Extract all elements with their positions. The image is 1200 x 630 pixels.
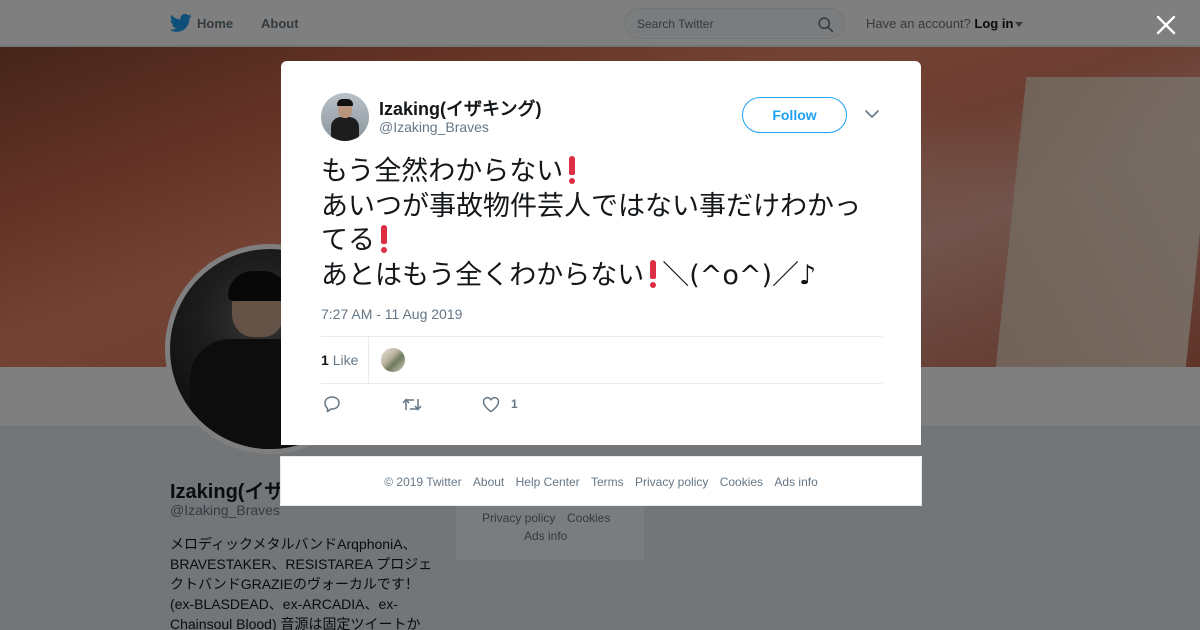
exclamation-emoji-icon: [566, 155, 578, 185]
like-stat[interactable]: 1 Like: [321, 352, 358, 368]
reply-icon[interactable]: [323, 395, 341, 413]
tweet-line-text: あいつが事故物件芸人ではない事だけわかっ: [321, 190, 861, 222]
like-action-count: 1: [511, 397, 518, 411]
tweet-timestamp[interactable]: 7:27 AM - 11 Aug 2019: [321, 306, 462, 322]
tweet-line: あとはもう全くわからない ＼(^o^)／♪: [321, 259, 891, 294]
retweet-icon[interactable]: [402, 396, 422, 413]
modal-footer: © 2019 Twitter About Help Center Terms P…: [280, 456, 922, 506]
tweet-author-avatar[interactable]: [321, 93, 369, 141]
tweet-modal: Izaking(イザキング) @Izaking_Braves Follow もう…: [281, 61, 921, 445]
avatar-cap: [337, 99, 353, 106]
tweet-text: もう全然わからない あいつが事故物件芸人ではない事だけわかっ てる あとはもう全…: [321, 155, 891, 293]
footer-link-ads-info[interactable]: Ads info: [774, 475, 817, 489]
like-stat-count: 1: [321, 352, 329, 368]
avatar-body: [331, 117, 359, 141]
tweet-author-name[interactable]: Izaking(イザキング): [379, 95, 541, 121]
tweet-stats: 1 Like: [321, 336, 882, 384]
tweet-line: てる: [321, 224, 891, 259]
tweet-line-text: もう全然わからない: [321, 156, 564, 187]
tweet-line: あいつが事故物件芸人ではない事だけわかっ: [321, 190, 891, 225]
exclamation-emoji-icon: [647, 259, 659, 289]
tweet-line-text: ＼(^o^)／♪: [662, 259, 817, 291]
footer-link-cookies[interactable]: Cookies: [720, 475, 763, 489]
heart-icon[interactable]: [482, 396, 500, 413]
footer-link-privacy[interactable]: Privacy policy: [635, 475, 708, 489]
follow-button[interactable]: Follow: [742, 97, 847, 133]
tweet-actions: 1: [321, 395, 882, 415]
tweet-author-handle[interactable]: @Izaking_Braves: [379, 119, 489, 135]
liker-avatar[interactable]: [381, 348, 405, 372]
tweet-line-text: あとはもう全くわからない: [321, 259, 645, 291]
stat-divider: [368, 337, 369, 383]
exclamation-emoji-icon: [378, 224, 390, 254]
tweet-line: もう全然わからない: [321, 155, 891, 190]
footer-link-terms[interactable]: Terms: [591, 475, 624, 489]
like-stat-label: Like: [332, 352, 359, 368]
tweet-line-text: てる: [321, 225, 375, 256]
footer-copyright: © 2019 Twitter: [384, 475, 462, 489]
close-icon[interactable]: [1155, 14, 1177, 36]
chevron-down-icon[interactable]: [865, 109, 879, 119]
footer-link-help-center[interactable]: Help Center: [516, 475, 580, 489]
footer-link-about[interactable]: About: [473, 475, 504, 489]
footer-links: © 2019 Twitter About Help Center Terms P…: [281, 475, 921, 489]
